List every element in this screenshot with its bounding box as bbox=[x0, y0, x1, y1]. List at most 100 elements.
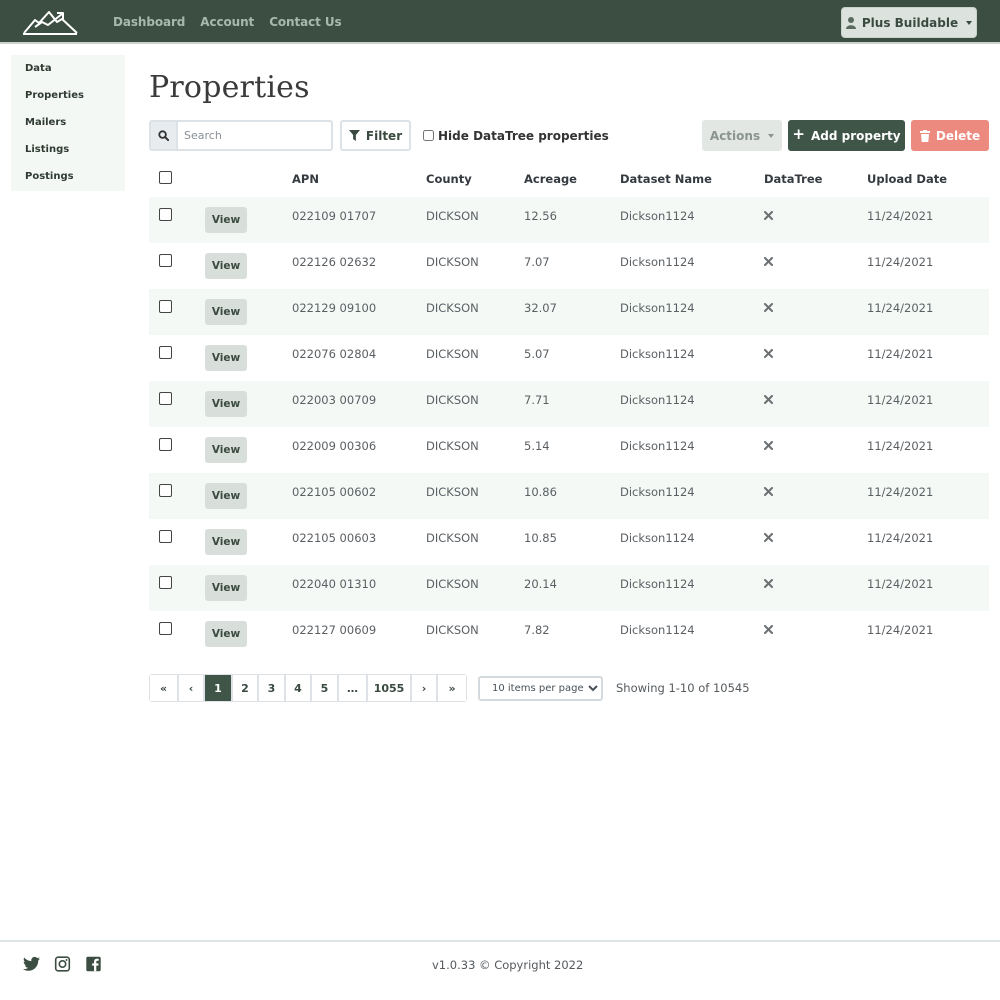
view-button[interactable]: View bbox=[205, 207, 247, 233]
filter-button[interactable]: Filter bbox=[340, 120, 411, 151]
view-button[interactable]: View bbox=[205, 621, 247, 647]
items-per-page-select[interactable]: 10 items per page bbox=[478, 676, 603, 701]
row-checkbox[interactable] bbox=[159, 300, 172, 313]
row-select-cell bbox=[149, 519, 205, 565]
nav-link-account[interactable]: Account bbox=[200, 15, 254, 29]
chevron-down-icon bbox=[768, 133, 775, 138]
twitter-icon[interactable] bbox=[23, 956, 40, 972]
chevron-down-icon bbox=[966, 20, 973, 25]
sidebar-item-listings[interactable]: Listings bbox=[11, 136, 125, 163]
view-button[interactable]: View bbox=[205, 253, 247, 279]
filter-label: Filter bbox=[365, 128, 403, 143]
cell-datatree bbox=[764, 611, 867, 657]
page-button-4[interactable]: 4 bbox=[286, 675, 312, 701]
row-checkbox[interactable] bbox=[159, 438, 172, 451]
row-checkbox[interactable] bbox=[159, 208, 172, 221]
row-checkbox[interactable] bbox=[159, 622, 172, 635]
user-menu-label: Plus Buildable bbox=[861, 15, 959, 30]
actions-label: Actions bbox=[709, 128, 761, 143]
instagram-icon[interactable] bbox=[54, 956, 71, 972]
cell-upload-date: 11/24/2021 bbox=[867, 577, 934, 591]
column-header-acreage[interactable]: Acreage bbox=[524, 160, 620, 197]
filter-icon bbox=[348, 130, 360, 141]
column-header-dataset-name[interactable]: Dataset Name bbox=[620, 160, 764, 197]
row-checkbox[interactable] bbox=[159, 484, 172, 497]
last-page-button[interactable]: » bbox=[438, 675, 466, 701]
x-icon bbox=[764, 303, 773, 312]
row-checkbox[interactable] bbox=[159, 346, 172, 359]
row-checkbox[interactable] bbox=[159, 392, 172, 405]
cell-datatree bbox=[764, 519, 867, 565]
cell-apn: 022009 00306 bbox=[292, 439, 377, 453]
column-header-apn[interactable]: APN bbox=[292, 160, 426, 197]
search-input[interactable] bbox=[178, 122, 331, 149]
view-button[interactable]: View bbox=[205, 345, 247, 371]
table-row: View 022105 00602 DICKSON 10.86 Dickson1… bbox=[149, 473, 989, 519]
page-button-3[interactable]: 3 bbox=[259, 675, 286, 701]
table-row: View 022009 00306 DICKSON 5.14 Dickson11… bbox=[149, 427, 989, 473]
select-all-checkbox[interactable] bbox=[159, 170, 172, 184]
table-header-row: APN County Acreage Dataset Name DataTree… bbox=[149, 160, 989, 197]
cell-datatree bbox=[764, 473, 867, 519]
view-button[interactable]: View bbox=[205, 391, 247, 417]
add-property-button[interactable]: + Add property bbox=[788, 120, 905, 151]
nav-link-dashboard[interactable]: Dashboard bbox=[113, 15, 185, 29]
cell-acreage: 10.86 bbox=[524, 485, 557, 499]
cell-county: DICKSON bbox=[426, 347, 479, 361]
user-menu-button[interactable]: Plus Buildable bbox=[841, 7, 977, 38]
table-row: View 022127 00609 DICKSON 7.82 Dickson11… bbox=[149, 611, 989, 657]
sidebar-item-data[interactable]: Data bbox=[11, 55, 125, 82]
delete-label: Delete bbox=[935, 128, 981, 143]
row-view-cell: View bbox=[205, 381, 292, 427]
cell-county: DICKSON bbox=[426, 577, 479, 591]
view-button[interactable]: View bbox=[205, 437, 247, 463]
view-button[interactable]: View bbox=[205, 483, 247, 509]
cell-apn: 022003 00709 bbox=[292, 393, 377, 407]
hide-datatree-checkbox[interactable] bbox=[423, 130, 434, 141]
cell-dataset-name: Dickson1124 bbox=[620, 255, 695, 269]
cell-upload-date: 11/24/2021 bbox=[867, 485, 934, 499]
x-icon bbox=[764, 349, 773, 358]
row-view-cell: View bbox=[205, 473, 292, 519]
sidebar-item-postings[interactable]: Postings bbox=[11, 163, 125, 190]
cell-apn: 022126 02632 bbox=[292, 255, 377, 269]
delete-button[interactable]: Delete bbox=[911, 120, 989, 151]
search-group bbox=[149, 120, 333, 151]
next-page-button[interactable]: › bbox=[412, 675, 438, 701]
page-button-last-number[interactable]: 1055 bbox=[368, 675, 412, 701]
row-checkbox[interactable] bbox=[159, 576, 172, 589]
prev-page-button[interactable]: ‹ bbox=[179, 675, 205, 701]
page-button-5[interactable]: 5 bbox=[312, 675, 339, 701]
x-icon bbox=[764, 625, 773, 634]
column-header-upload-date[interactable]: Upload Date bbox=[867, 160, 989, 197]
cell-dataset-name: Dickson1124 bbox=[620, 577, 695, 591]
view-button[interactable]: View bbox=[205, 529, 247, 555]
cell-datatree bbox=[764, 335, 867, 381]
column-header-county[interactable]: County bbox=[426, 160, 524, 197]
row-checkbox[interactable] bbox=[159, 254, 172, 267]
showing-count: Showing 1-10 of 10545 bbox=[616, 681, 750, 695]
sidebar-item-mailers[interactable]: Mailers bbox=[11, 109, 125, 136]
cell-upload-date: 11/24/2021 bbox=[867, 531, 934, 545]
page-title: Properties bbox=[149, 70, 310, 105]
mountain-logo-icon[interactable] bbox=[22, 8, 78, 35]
facebook-icon[interactable] bbox=[85, 956, 102, 972]
actions-dropdown-button[interactable]: Actions bbox=[702, 120, 782, 151]
search-icon bbox=[158, 130, 169, 141]
view-button[interactable]: View bbox=[205, 575, 247, 601]
row-view-cell: View bbox=[205, 289, 292, 335]
page-button-2[interactable]: 2 bbox=[233, 675, 259, 701]
first-page-button[interactable]: « bbox=[150, 675, 179, 701]
cell-dataset-name: Dickson1124 bbox=[620, 393, 695, 407]
page-button-1[interactable]: 1 bbox=[205, 675, 233, 701]
nav-link-contact-us[interactable]: Contact Us bbox=[269, 15, 341, 29]
cell-apn: 022127 00609 bbox=[292, 623, 377, 637]
view-button[interactable]: View bbox=[205, 299, 247, 325]
column-header-datatree[interactable]: DataTree bbox=[764, 160, 867, 197]
cell-apn: 022109 01707 bbox=[292, 209, 377, 223]
row-select-cell bbox=[149, 335, 205, 381]
sidebar-item-properties[interactable]: Properties bbox=[11, 82, 125, 109]
cell-acreage: 5.14 bbox=[524, 439, 550, 453]
hide-datatree-toggle[interactable]: Hide DataTree properties bbox=[423, 120, 609, 151]
row-checkbox[interactable] bbox=[159, 530, 172, 543]
